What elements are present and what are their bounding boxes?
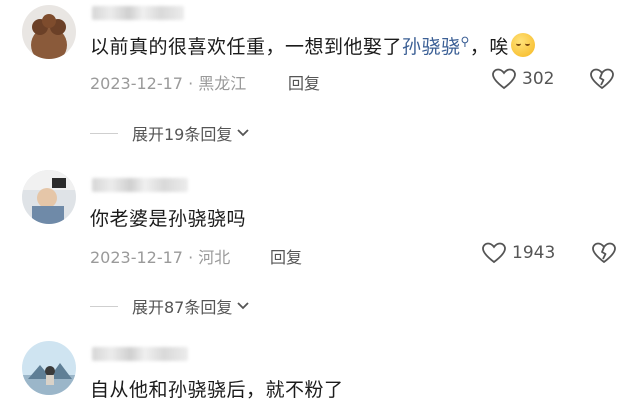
chevron-down-icon [237, 302, 250, 310]
comment-location: 黑龙江 [198, 74, 247, 93]
reply-button[interactable]: 回复 [270, 244, 302, 268]
heart-icon [482, 242, 506, 264]
like-count: 1943 [512, 243, 556, 263]
pensive-emoji-icon [510, 33, 535, 57]
comment-date: 2023-12-17 [90, 74, 183, 93]
expand-replies-button[interactable]: 展开87条回复 [90, 294, 250, 318]
comment-date: 2023-12-17 [90, 248, 183, 267]
avatar[interactable] [22, 170, 76, 224]
search-icon: ⚲ [460, 34, 470, 49]
username-blurred [92, 6, 184, 20]
like-count: 302 [522, 69, 555, 89]
divider-line [90, 132, 118, 134]
comment-meta: 2023-12-17 · 黑龙江 [90, 74, 247, 93]
like-button[interactable]: 302 [492, 68, 554, 90]
comment-location: 河北 [198, 248, 231, 267]
divider-line [90, 305, 118, 307]
broken-heart-icon [592, 242, 616, 263]
dislike-button[interactable] [592, 242, 616, 268]
comment-text: 你老婆是孙骁骁吗 [90, 208, 247, 230]
like-button[interactable]: 1943 [482, 242, 555, 264]
avatar[interactable] [22, 341, 76, 395]
avatar[interactable] [22, 5, 76, 59]
comment-text: 以前真的很喜欢任重，一想到他娶了孙骁骁⚲，唉 [90, 32, 535, 59]
dislike-button[interactable] [590, 68, 614, 94]
username-blurred [92, 347, 188, 361]
broken-heart-icon [590, 68, 614, 89]
expand-replies-button[interactable]: 展开19条回复 [90, 121, 250, 145]
heart-icon [492, 68, 516, 90]
username-blurred [92, 178, 188, 192]
comment-text: 自从他和孙骁骁后，就不粉了 [90, 379, 344, 401]
chevron-down-icon [237, 129, 250, 137]
comment-meta: 2023-12-17 · 河北 [90, 248, 231, 267]
reply-button[interactable]: 回复 [288, 70, 320, 94]
mention-link[interactable]: 孙骁骁⚲ [402, 34, 470, 58]
